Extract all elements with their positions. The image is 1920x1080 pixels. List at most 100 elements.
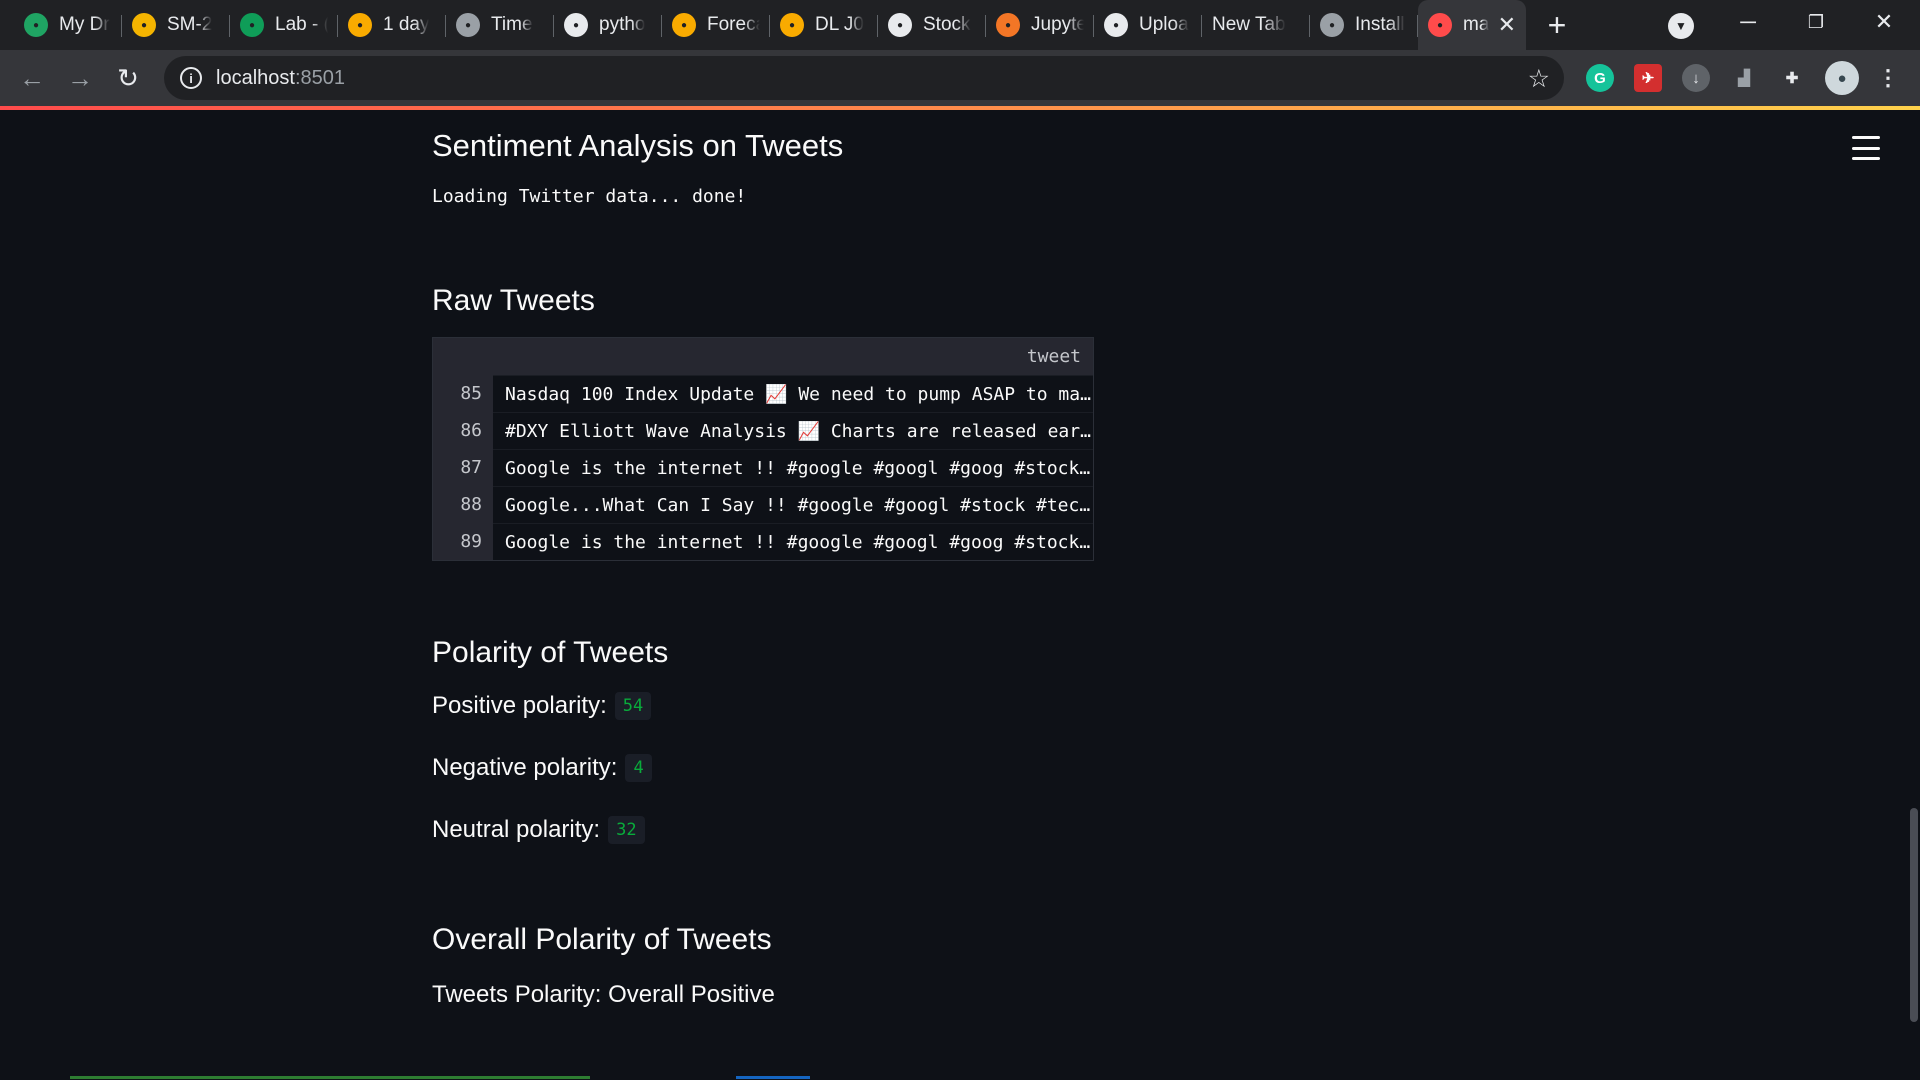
- raw-tweets-dataframe[interactable]: tweet 85 Nasdaq 100 Index Update 📈 We nee…: [432, 337, 1094, 561]
- tab-title: DL J0: [815, 14, 864, 35]
- tab-title: Foreca: [707, 14, 760, 35]
- browser-toolbar: ← → ↻ i localhost:8501 ☆ G ✈ ↓ ▟ ✚ ● ⋮: [0, 50, 1920, 106]
- tweet-cell[interactable]: Google is the internet !! #google #googl…: [493, 449, 1093, 486]
- row-index: 88: [433, 486, 493, 523]
- grammarly-extension-icon[interactable]: G: [1586, 64, 1614, 92]
- tab-search-button[interactable]: ▼: [1668, 13, 1694, 39]
- tweet-cell[interactable]: #DXY Elliott Wave Analysis 📈 Charts are …: [493, 412, 1093, 449]
- close-tab-icon[interactable]: ✕: [1498, 12, 1516, 38]
- tab-title: Install: [1355, 14, 1405, 35]
- page-title: Sentiment Analysis on Tweets: [432, 128, 844, 163]
- table-row[interactable]: 86 #DXY Elliott Wave Analysis 📈 Charts ar…: [433, 412, 1093, 449]
- tab-title: My Dr: [59, 14, 110, 35]
- table-row[interactable]: 85 Nasdaq 100 Index Update 📈 We need to p…: [433, 375, 1093, 412]
- browser-tab[interactable]: ● 1 day: [338, 0, 446, 50]
- globe-icon: ●: [1320, 13, 1344, 37]
- colab-icon: ●: [672, 13, 696, 37]
- tweet-cell[interactable]: Google...What Can I Say !! #google #goog…: [493, 486, 1093, 523]
- browser-tab[interactable]: ● Lab - (: [230, 0, 338, 50]
- github-icon: ●: [888, 13, 912, 37]
- browser-tab[interactable]: ● Foreca: [662, 0, 770, 50]
- table-row[interactable]: 89 Google is the internet !! #google #goo…: [433, 523, 1093, 560]
- tab-title: ma: [1463, 14, 1490, 35]
- table-row[interactable]: 87 Google is the internet !! #google #goo…: [433, 449, 1093, 486]
- column-header-tweet[interactable]: tweet: [433, 338, 1093, 375]
- bookmark-star-icon[interactable]: ☆: [1528, 64, 1550, 94]
- tab-title: Uploa: [1139, 14, 1189, 35]
- tab-title: SM-2: [167, 14, 213, 35]
- tab-title: Lab - (: [275, 14, 328, 35]
- github-icon: ●: [1104, 13, 1128, 37]
- negative-polarity-value: 4: [625, 754, 652, 782]
- minimize-button[interactable]: ─: [1714, 0, 1782, 44]
- download-extension-icon[interactable]: ↓: [1682, 64, 1710, 92]
- positive-polarity-line: Positive polarity: 54: [432, 692, 652, 720]
- google-slides-icon: ●: [132, 13, 156, 37]
- row-index: 85: [433, 375, 493, 412]
- polarity-heading: Polarity of Tweets: [432, 636, 669, 669]
- google-drive-icon: ●: [24, 13, 48, 37]
- tab-title: Stock: [923, 14, 971, 35]
- negative-polarity-label: Negative polarity:: [432, 754, 618, 781]
- tab-title: New Tab: [1212, 14, 1286, 35]
- colab-icon: ●: [348, 13, 372, 37]
- neutral-polarity-line: Neutral polarity: 32: [432, 816, 645, 844]
- overall-polarity-text: Tweets Polarity: Overall Positive: [432, 981, 775, 1008]
- app-menu-icon[interactable]: [1852, 136, 1880, 160]
- chart-extension-icon[interactable]: ▟: [1730, 64, 1758, 92]
- chart-icon: ●: [456, 13, 480, 37]
- row-index: 87: [433, 449, 493, 486]
- restore-button[interactable]: ❐: [1782, 0, 1850, 44]
- google-sheets-icon: ●: [240, 13, 264, 37]
- tab-title: Jupyte: [1031, 14, 1084, 35]
- url-text: localhost:8501: [216, 66, 345, 89]
- table-row[interactable]: 88 Google...What Can I Say !! #google #go…: [433, 486, 1093, 523]
- tab-title: Time: [491, 14, 533, 35]
- browser-tab[interactable]: ● Stock: [878, 0, 986, 50]
- browser-tab[interactable]: ● Install: [1310, 0, 1418, 50]
- back-button[interactable]: ←: [8, 54, 56, 102]
- row-index: 89: [433, 523, 493, 560]
- browser-menu-icon[interactable]: ⋮: [1874, 64, 1902, 92]
- positive-polarity-value: 54: [614, 692, 652, 720]
- browser-tab[interactable]: ● Jupyte: [986, 0, 1094, 50]
- browser-tab[interactable]: ● My Dr: [14, 0, 122, 50]
- status-strip-green: [70, 1076, 590, 1079]
- browser-tab[interactable]: ● Uploa: [1094, 0, 1202, 50]
- colab-icon: ●: [780, 13, 804, 37]
- address-bar[interactable]: i localhost:8501 ☆: [164, 56, 1564, 100]
- close-window-button[interactable]: ✕: [1850, 0, 1918, 44]
- neutral-polarity-value: 32: [608, 816, 645, 844]
- tab-title: pytho: [599, 14, 646, 35]
- raw-tweets-heading: Raw Tweets: [432, 284, 595, 317]
- github-icon: ●: [564, 13, 588, 37]
- browser-tab[interactable]: ● Time: [446, 0, 554, 50]
- forward-button[interactable]: →: [56, 54, 104, 102]
- status-strip-blue: [736, 1076, 810, 1079]
- extension-icon[interactable]: ✈: [1634, 64, 1662, 92]
- browser-tab[interactable]: ● pytho: [554, 0, 662, 50]
- tab-title: 1 day: [383, 14, 430, 35]
- streamlit-icon: ●: [1428, 13, 1452, 37]
- new-tab-button[interactable]: +: [1532, 0, 1582, 50]
- browser-tab[interactable]: ● DL J0: [770, 0, 878, 50]
- browser-tab[interactable]: ● SM-2: [122, 0, 230, 50]
- negative-polarity-line: Negative polarity: 4: [432, 754, 652, 782]
- neutral-polarity-label: Neutral polarity:: [432, 816, 601, 843]
- profile-avatar[interactable]: ●: [1825, 61, 1859, 95]
- overall-polarity-heading: Overall Polarity of Tweets: [432, 923, 772, 956]
- row-index: 86: [433, 412, 493, 449]
- page-scrollbar[interactable]: [1910, 808, 1918, 1022]
- reload-button[interactable]: ↻: [104, 54, 152, 102]
- tweet-cell[interactable]: Nasdaq 100 Index Update 📈 We need to pum…: [493, 375, 1093, 412]
- browser-tab-strip: ● My Dr ● SM-2 ● Lab - ( ● 1 day ● Time ● pytho ● For…: [0, 0, 1920, 50]
- browser-tab[interactable]: ● ma ✕: [1418, 0, 1526, 50]
- streamlit-decoration-bar: [0, 106, 1920, 110]
- jupyter-icon: ●: [996, 13, 1020, 37]
- extensions-puzzle-icon[interactable]: ✚: [1778, 64, 1806, 92]
- site-info-icon[interactable]: i: [180, 67, 202, 89]
- browser-tab[interactable]: New Tab: [1202, 0, 1310, 50]
- tweet-cell[interactable]: Google is the internet !! #google #googl…: [493, 523, 1093, 560]
- positive-polarity-label: Positive polarity:: [432, 692, 607, 719]
- loading-status-text: Loading Twitter data... done!: [432, 186, 747, 207]
